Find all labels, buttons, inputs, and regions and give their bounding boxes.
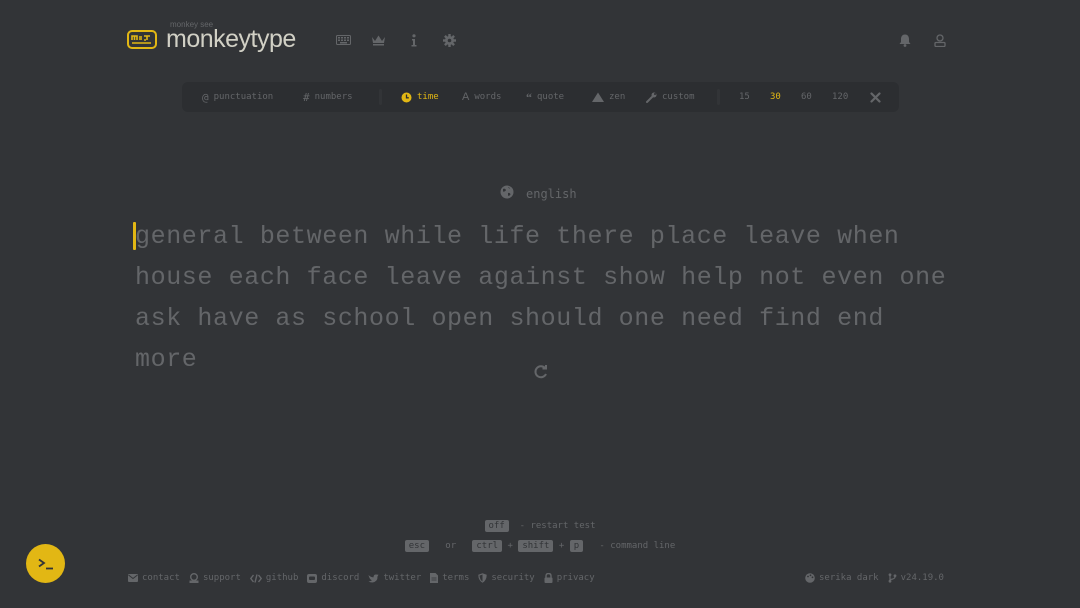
logo-text[interactable]: monkeytype: [166, 24, 296, 54]
tools-icon: [870, 91, 881, 103]
duration-120[interactable]: 120: [832, 82, 848, 112]
divider: [379, 89, 382, 105]
hash-icon: #: [303, 90, 310, 104]
code-branch-icon: [888, 573, 897, 583]
key-badge: shift: [518, 540, 554, 552]
footer-link-security[interactable]: security: [478, 573, 535, 583]
numbers-toggle[interactable]: # numbers: [303, 82, 353, 112]
file-icon: [430, 573, 439, 583]
duration-60[interactable]: 60: [801, 82, 812, 112]
version-button[interactable]: v24.19.0: [888, 573, 944, 583]
language-button[interactable]: english: [500, 185, 577, 202]
terminal-icon: [37, 558, 53, 569]
footer-link-contact[interactable]: contact: [128, 573, 180, 583]
restart-icon: [534, 365, 547, 379]
shield-icon: [478, 573, 488, 583]
duration-15[interactable]: 15: [739, 82, 750, 112]
footer-link-twitter[interactable]: twitter: [368, 573, 421, 583]
gear-icon[interactable]: [439, 30, 459, 50]
key-badge: esc: [404, 540, 430, 552]
mode-words[interactable]: A words: [462, 82, 501, 112]
mode-zen[interactable]: zen: [592, 82, 625, 112]
clock-icon: [401, 92, 412, 103]
key-badge: ctrl: [472, 540, 503, 552]
mode-custom[interactable]: custom: [646, 82, 695, 112]
keyboard-icon[interactable]: [333, 30, 353, 50]
footer-link-support[interactable]: support: [189, 573, 241, 583]
envelope-icon: [128, 574, 138, 582]
command-line-button[interactable]: [26, 544, 65, 583]
code-icon: [249, 573, 262, 583]
key-badge: off: [484, 520, 509, 532]
duration-30[interactable]: 30: [770, 82, 781, 112]
logo-icon[interactable]: [127, 30, 157, 49]
user-icon[interactable]: [930, 30, 950, 50]
mode-quote[interactable]: “ quote: [526, 82, 564, 112]
wrench-icon: [646, 92, 657, 103]
globe-icon: [500, 185, 514, 202]
key-badge: p: [569, 540, 584, 552]
twitter-icon: [368, 574, 379, 582]
bell-icon[interactable]: [895, 30, 915, 50]
info-icon[interactable]: [404, 30, 424, 50]
divider: [717, 89, 720, 105]
words-area[interactable]: general between while life there place l…: [135, 216, 955, 380]
restart-hint: off - restart test: [0, 520, 1080, 532]
donate-icon: [189, 573, 199, 583]
footer-info: serika dark v24.19.0: [805, 573, 944, 583]
footer-link-terms[interactable]: terms: [430, 573, 469, 583]
at-icon: @: [202, 90, 209, 104]
punctuation-toggle[interactable]: @ punctuation: [202, 82, 273, 112]
custom-duration-button[interactable]: [870, 82, 881, 112]
mode-time[interactable]: time: [401, 82, 439, 112]
footer-link-privacy[interactable]: privacy: [544, 573, 595, 583]
language-label: english: [526, 186, 577, 201]
command-line-hint: esc or ctrl + shift + p - command line: [0, 540, 1080, 552]
theme-button[interactable]: serika dark: [805, 573, 879, 583]
palette-icon: [805, 573, 815, 583]
test-config-bar: @ punctuation # numbers time A words “ q…: [182, 82, 899, 112]
font-icon: A: [462, 91, 470, 103]
word-line: general between while life there place l…: [135, 222, 900, 251]
discord-icon: [307, 573, 318, 583]
crown-icon[interactable]: [368, 30, 388, 50]
restart-button[interactable]: [532, 363, 550, 381]
footer-links: contact support github discord twitter t…: [128, 573, 595, 583]
word-line: house each face leave against show help …: [135, 263, 947, 292]
footer-link-discord[interactable]: discord: [307, 573, 359, 583]
footer-link-github[interactable]: github: [249, 573, 298, 583]
lock-icon: [544, 573, 553, 583]
mountain-icon: [592, 92, 604, 102]
quote-icon: “: [526, 89, 532, 104]
